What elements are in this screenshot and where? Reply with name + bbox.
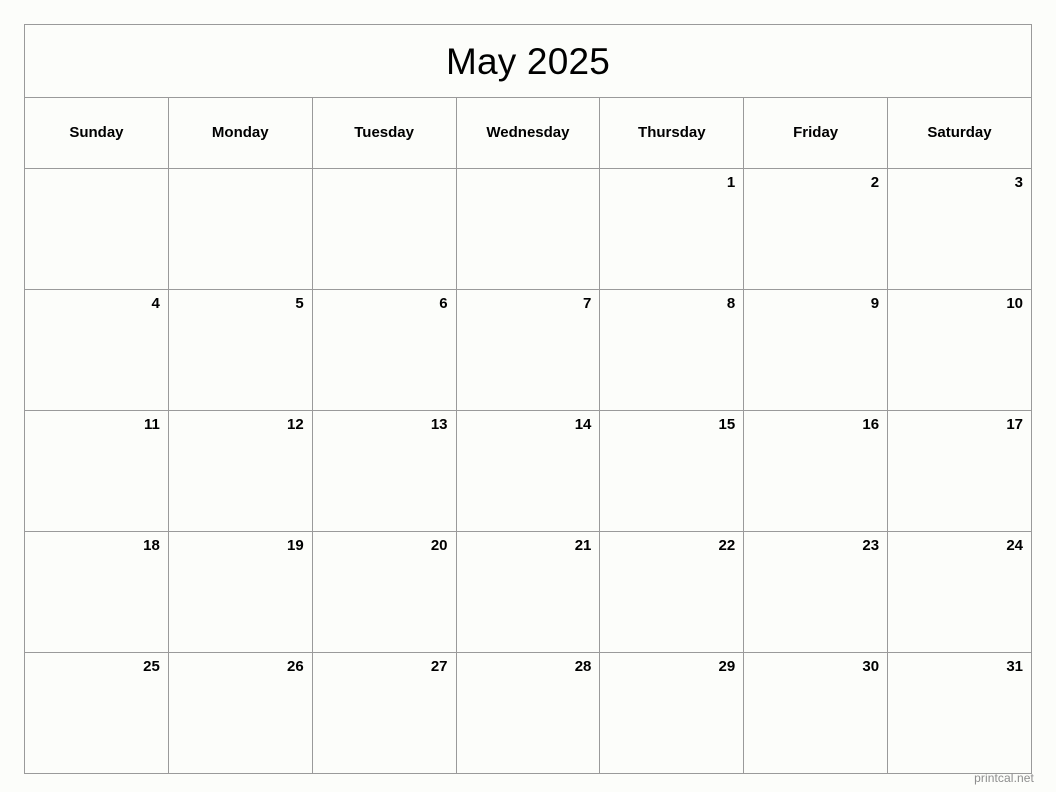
weekday-header-tuesday: Tuesday xyxy=(311,97,457,169)
calendar-week-row: 1 2 3 xyxy=(24,168,1032,290)
day-number: 28 xyxy=(574,658,592,675)
day-number: 12 xyxy=(287,416,304,433)
weekday-header-sunday: Sunday xyxy=(24,97,169,169)
weekday-label: Tuesday xyxy=(354,124,414,141)
day-cell[interactable] xyxy=(311,168,457,290)
calendar-page: May 2025 Sunday Monday Tuesday Wednesday… xyxy=(0,0,1056,792)
weekday-header-row: Sunday Monday Tuesday Wednesday Thursday… xyxy=(24,97,1032,169)
calendar-week-row: 11 12 13 14 15 16 17 xyxy=(24,410,1032,532)
day-number: 7 xyxy=(583,295,592,312)
day-number: 18 xyxy=(143,537,160,554)
day-cell[interactable] xyxy=(24,168,169,290)
weekday-label: Wednesday xyxy=(486,124,570,141)
day-number: 16 xyxy=(862,416,880,433)
day-number: 31 xyxy=(1006,658,1023,675)
day-cell[interactable]: 25 xyxy=(24,652,169,774)
day-cell[interactable]: 29 xyxy=(599,652,745,774)
day-number: 6 xyxy=(439,295,448,312)
day-cell[interactable] xyxy=(455,168,601,290)
day-number xyxy=(313,169,456,189)
day-cell[interactable]: 30 xyxy=(743,652,889,774)
day-cell[interactable] xyxy=(167,168,313,290)
day-cell[interactable]: 22 xyxy=(599,531,745,653)
day-cell[interactable]: 31 xyxy=(887,652,1032,774)
calendar-week-row: 18 19 20 21 22 23 24 xyxy=(24,531,1032,653)
day-number: 22 xyxy=(718,537,736,554)
day-cell[interactable]: 20 xyxy=(311,531,457,653)
weekday-header-wednesday: Wednesday xyxy=(455,97,601,169)
day-cell[interactable]: 19 xyxy=(167,531,313,653)
weekday-label: Friday xyxy=(793,124,839,141)
day-cell[interactable]: 21 xyxy=(455,531,601,653)
weekday-header-friday: Friday xyxy=(743,97,889,169)
weekday-header-thursday: Thursday xyxy=(599,97,745,169)
weekday-header-saturday: Saturday xyxy=(887,97,1032,169)
day-cell[interactable]: 27 xyxy=(311,652,457,774)
day-number: 26 xyxy=(287,658,304,675)
day-number: 30 xyxy=(862,658,880,675)
day-cell[interactable]: 2 xyxy=(743,168,889,290)
day-number: 10 xyxy=(1006,295,1023,312)
calendar-week-row: 25 26 27 28 29 30 31 xyxy=(24,652,1032,774)
day-number: 25 xyxy=(143,658,160,675)
day-number: 1 xyxy=(726,174,736,191)
day-number xyxy=(169,169,312,189)
day-cell[interactable]: 11 xyxy=(24,410,169,532)
day-number: 5 xyxy=(295,295,304,312)
day-cell[interactable]: 1 xyxy=(599,168,745,290)
weekday-label: Saturday xyxy=(927,124,992,141)
day-number: 15 xyxy=(718,416,736,433)
day-cell[interactable]: 24 xyxy=(887,531,1032,653)
day-number xyxy=(457,169,600,189)
day-cell[interactable]: 12 xyxy=(167,410,313,532)
page-title: May 2025 xyxy=(445,40,611,82)
site-watermark: printcal.net xyxy=(974,771,1034,785)
day-number xyxy=(25,169,168,189)
day-cell[interactable]: 28 xyxy=(455,652,601,774)
day-number: 17 xyxy=(1006,416,1023,433)
day-number: 29 xyxy=(718,658,736,675)
day-cell[interactable]: 26 xyxy=(167,652,313,774)
day-cell[interactable]: 8 xyxy=(599,289,745,411)
day-cell[interactable]: 6 xyxy=(311,289,457,411)
day-cell[interactable]: 10 xyxy=(887,289,1032,411)
calendar-title-row: May 2025 xyxy=(24,24,1032,98)
day-cell[interactable]: 18 xyxy=(24,531,169,653)
day-number: 9 xyxy=(870,295,880,312)
calendar-week-row: 4 5 6 7 8 9 10 xyxy=(24,289,1032,411)
day-cell[interactable]: 13 xyxy=(311,410,457,532)
day-number: 19 xyxy=(287,537,304,554)
day-number: 23 xyxy=(862,537,880,554)
day-number: 11 xyxy=(143,416,160,433)
day-cell[interactable]: 7 xyxy=(455,289,601,411)
day-number: 3 xyxy=(1014,174,1023,191)
month-calendar-table: May 2025 Sunday Monday Tuesday Wednesday… xyxy=(24,24,1032,774)
day-number: 14 xyxy=(574,416,592,433)
day-number: 4 xyxy=(151,295,160,312)
weekday-label: Sunday xyxy=(69,124,124,141)
weekday-label: Monday xyxy=(211,124,269,141)
day-cell[interactable]: 9 xyxy=(743,289,889,411)
day-cell[interactable]: 16 xyxy=(743,410,889,532)
day-number: 8 xyxy=(726,295,736,312)
day-number: 13 xyxy=(430,416,448,433)
day-number: 21 xyxy=(574,537,592,554)
day-cell[interactable]: 4 xyxy=(24,289,169,411)
weekday-header-monday: Monday xyxy=(167,97,313,169)
day-number: 2 xyxy=(870,174,880,191)
calendar-title-cell: May 2025 xyxy=(24,24,1032,98)
day-number: 24 xyxy=(1006,537,1023,554)
day-cell[interactable]: 23 xyxy=(743,531,889,653)
day-cell[interactable]: 17 xyxy=(887,410,1032,532)
day-number: 20 xyxy=(430,537,448,554)
day-cell[interactable]: 15 xyxy=(599,410,745,532)
day-cell[interactable]: 5 xyxy=(167,289,313,411)
day-cell[interactable]: 3 xyxy=(887,168,1032,290)
day-number: 27 xyxy=(430,658,448,675)
weekday-label: Thursday xyxy=(638,124,706,141)
day-cell[interactable]: 14 xyxy=(455,410,601,532)
